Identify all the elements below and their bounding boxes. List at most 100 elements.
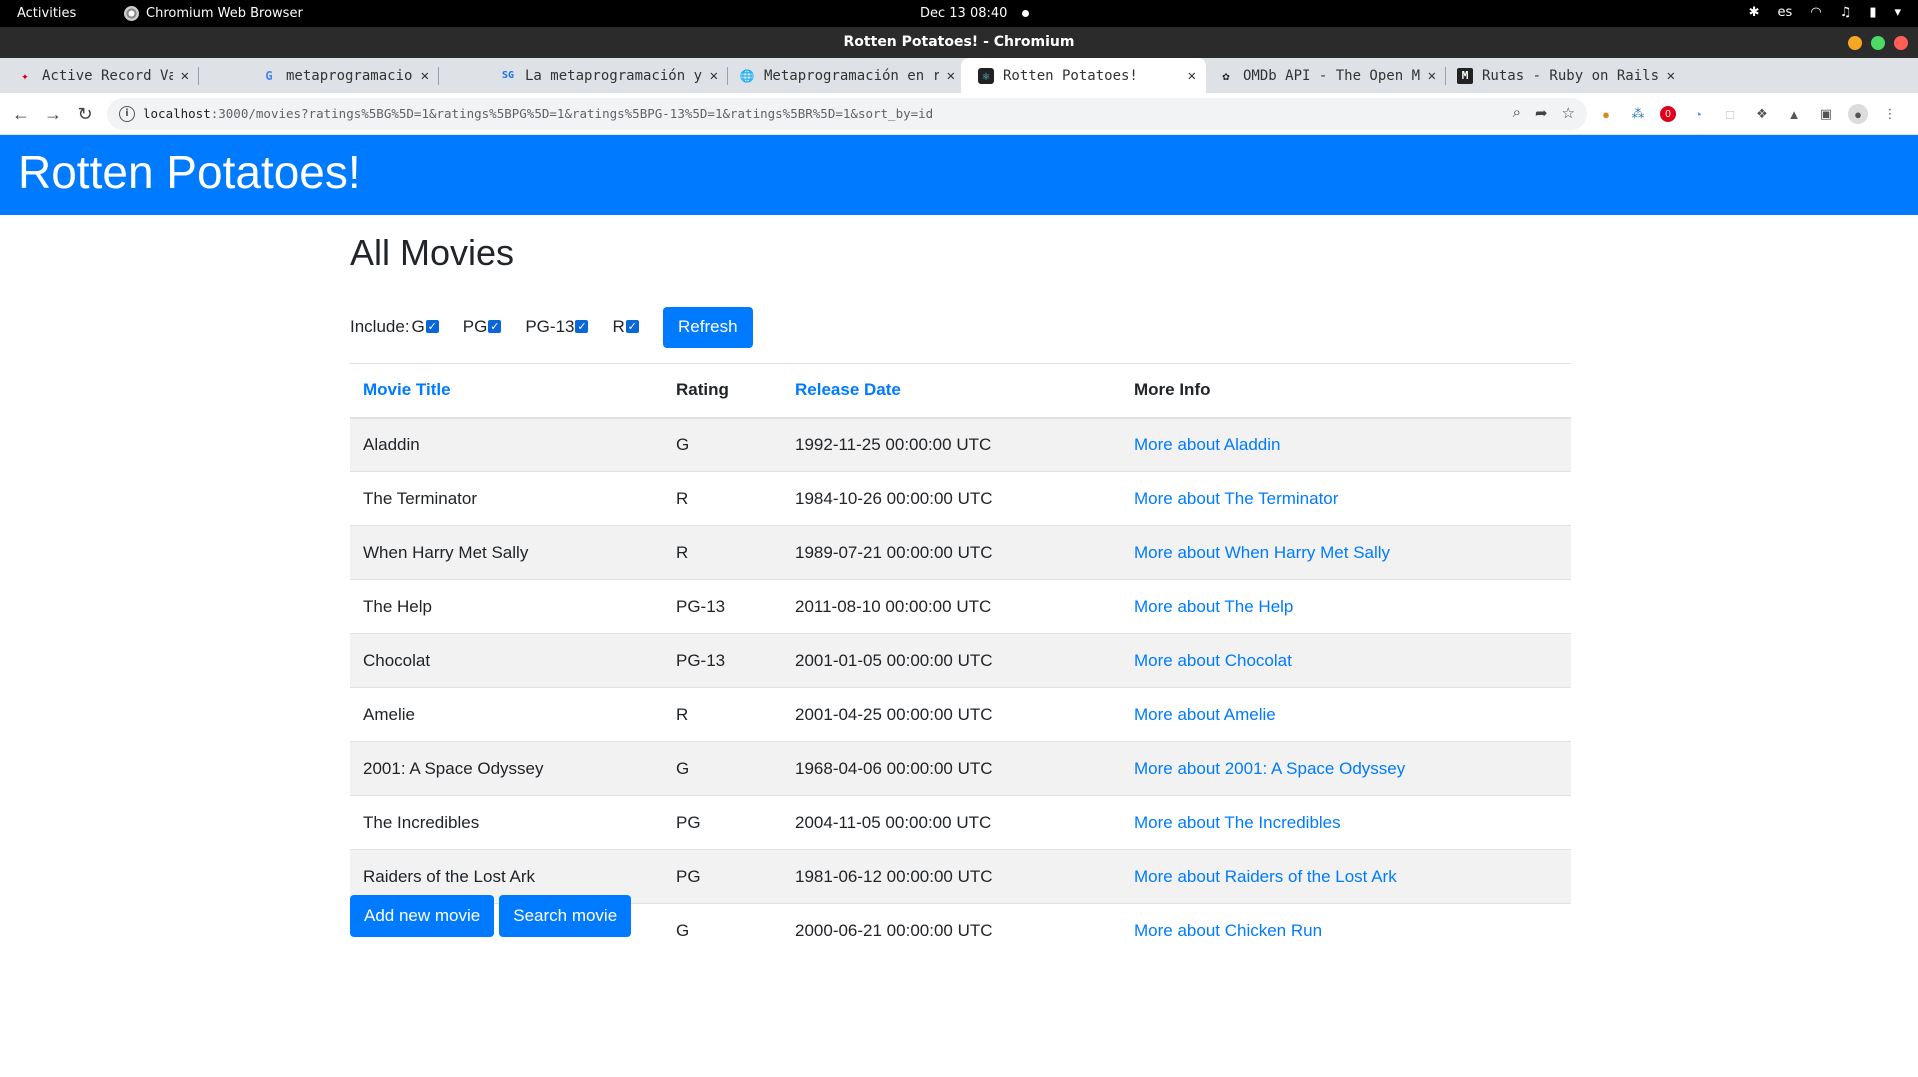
movie-release-date-cell: 2004-11-05 00:00:00 UTC	[782, 795, 1121, 850]
tab-metaprogramacion-en[interactable]: 🌐 Metaprogramación en r ✕	[722, 58, 965, 93]
rating-checkbox-r[interactable]: ✓	[625, 319, 639, 333]
tab-title: Metaprogramación en r	[764, 67, 939, 84]
react-devtools-icon[interactable]: ◔	[1688, 104, 1708, 124]
close-tab-icon[interactable]: ✕	[947, 68, 955, 84]
table-row: Amelie R 2001-04-25 00:00:00 UTC More about…	[350, 687, 1571, 742]
tab-title: Active Record Validat	[42, 67, 173, 84]
activities-button[interactable]: Activities	[17, 6, 76, 21]
menu-kebab-icon[interactable]: ⋮	[1880, 104, 1900, 124]
sort-by-title-link[interactable]: Movie Title	[350, 363, 663, 419]
more-info-cell: More about Raiders of the Lost Ark	[1121, 849, 1571, 904]
web-page: Rotten Potatoes! All Movies Include: G ✓…	[0, 135, 1918, 1077]
movie-release-date-cell: 2011-08-10 00:00:00 UTC	[782, 579, 1121, 634]
cookie-icon[interactable]: ●	[1596, 104, 1616, 124]
tab-omdb-api[interactable]: ✿ OMDb API - The Open M ✕	[1201, 58, 1446, 93]
blank-extension-icon[interactable]: □	[1720, 104, 1740, 124]
rating-checkbox-pg13[interactable]: ✓	[575, 319, 589, 333]
labs-icon[interactable]: ▲	[1784, 104, 1804, 124]
share-icon[interactable]: ➦	[1535, 104, 1548, 122]
side-panel-icon[interactable]: ▣	[1816, 104, 1836, 124]
movie-release-date-cell: 1989-07-21 00:00:00 UTC	[782, 525, 1121, 580]
react-icon: ⚛	[978, 67, 994, 84]
movie-title-cell: Amelie	[350, 687, 663, 742]
tab-title: Rutas - Ruby on Rails	[1482, 67, 1659, 84]
system-tray[interactable]: ✱ es ◠ ♫ ▮ ▾	[1749, 5, 1901, 20]
sort-by-release-date-link[interactable]: Release Date	[782, 363, 1121, 419]
refresh-button[interactable]: Refresh	[662, 306, 753, 348]
wifi-icon: ◠	[1810, 5, 1822, 20]
more-info-link[interactable]: More about When Harry Met Sally	[1134, 543, 1390, 562]
more-info-link[interactable]: More about Aladdin	[1134, 435, 1281, 454]
more-info-link[interactable]: More about The Terminator	[1134, 489, 1338, 508]
maximize-button[interactable]	[1871, 36, 1885, 50]
rating-checkbox-g[interactable]: ✓	[425, 319, 439, 333]
extensions-area: ● ⁂ 0 ◔ □ ❖ ▲ ▣ ● ⋮	[1596, 104, 1900, 124]
close-tab-icon[interactable]: ✕	[181, 68, 189, 84]
close-tab-icon[interactable]: ✕	[1667, 68, 1675, 84]
table-row: The Help PG-13 2011-08-10 00:00:00 UTC More…	[350, 579, 1571, 634]
tab-rutas-rails[interactable]: M Rutas - Ruby on Rails ✕	[1440, 58, 1685, 93]
tab-rotten-potatoes[interactable]: ⚛ Rotten Potatoes! ✕	[961, 58, 1206, 93]
tab-title: La metaprogramación y	[525, 67, 702, 84]
app-menu[interactable]: Chromium Web Browser	[124, 6, 303, 21]
movie-rating-cell: R	[663, 687, 782, 742]
address-bar[interactable]: i localhost:3000/movies?ratings%5BG%5D=1…	[107, 98, 1587, 130]
adblock-icon[interactable]: 0	[1660, 106, 1676, 122]
movie-release-date-cell: 1968-04-06 00:00:00 UTC	[782, 741, 1121, 796]
reload-button[interactable]: ↻	[72, 101, 98, 127]
forward-button[interactable]: →	[40, 101, 66, 127]
m-icon: M	[1457, 67, 1473, 84]
window-title: Rotten Potatoes! - Chromium	[843, 34, 1075, 50]
rating-column-header: Rating	[663, 363, 782, 419]
close-tab-icon[interactable]: ✕	[710, 68, 718, 84]
zoom-icon[interactable]: ⌕	[1513, 104, 1521, 122]
sg-icon: SG	[501, 70, 515, 81]
more-info-link[interactable]: More about Amelie	[1134, 705, 1276, 724]
close-window-button[interactable]	[1894, 36, 1908, 50]
extension-icon[interactable]: ⁂	[1628, 104, 1648, 124]
app-menu-label: Chromium Web Browser	[146, 6, 303, 21]
bookmark-star-icon[interactable]: ☆	[1562, 104, 1575, 122]
movie-rating-cell: R	[663, 525, 782, 580]
more-info-cell: More about 2001: A Space Odyssey	[1121, 741, 1571, 796]
table-row: The Incredibles PG 2004-11-05 00:00:00 UTC…	[350, 795, 1571, 850]
rating-label-pg: PG	[462, 317, 488, 336]
tab-title: Rotten Potatoes!	[1003, 67, 1138, 84]
close-tab-icon[interactable]: ✕	[1188, 68, 1196, 84]
site-banner: Rotten Potatoes!	[0, 135, 1918, 215]
ratings-filter-form: Include: G ✓ PG ✓ PG-13 ✓ R ✓ Refresh	[350, 306, 753, 348]
back-button[interactable]: ←	[8, 101, 34, 127]
site-info-icon[interactable]: i	[119, 106, 135, 122]
movie-rating-cell: G	[663, 417, 782, 472]
minimize-button[interactable]	[1848, 36, 1862, 50]
clock[interactable]: Dec 13 08:40	[920, 6, 1007, 21]
more-info-link[interactable]: More about Raiders of the Lost Ark	[1134, 867, 1397, 886]
window-title-bar: Rotten Potatoes! - Chromium	[0, 27, 1918, 58]
notification-dot	[1022, 10, 1029, 17]
url-host: localhost	[143, 106, 211, 121]
search-movie-button[interactable]: Search movie	[499, 895, 632, 937]
movie-rating-cell: PG	[663, 795, 782, 850]
power-icon: ▾	[1894, 5, 1901, 20]
movie-release-date-cell: 2000-06-21 00:00:00 UTC	[782, 903, 1121, 958]
language-indicator[interactable]: es	[1778, 5, 1793, 20]
tab-la-metaprogramacion[interactable]: SG La metaprogramación y ✕	[483, 58, 728, 93]
close-tab-icon[interactable]: ✕	[1428, 68, 1436, 84]
tab-active-record[interactable]: ✦ Active Record Validat ✕	[0, 58, 199, 93]
more-info-link[interactable]: More about Chicken Run	[1134, 921, 1322, 940]
profile-icon[interactable]: ●	[1848, 104, 1868, 124]
tab-metaprogramacion-eval[interactable]: G metaprogramacion eval ✕	[244, 58, 439, 93]
url-path: :3000/movies?ratings%5BG%5D=1&ratings%5B…	[210, 106, 934, 121]
more-info-link[interactable]: More about 2001: A Space Odyssey	[1134, 759, 1405, 778]
rating-checkbox-pg[interactable]: ✓	[488, 319, 502, 333]
more-info-link[interactable]: More about The Help	[1134, 597, 1293, 616]
more-info-link[interactable]: More about Chocolat	[1134, 651, 1292, 670]
add-new-movie-button[interactable]: Add new movie	[350, 895, 495, 937]
close-tab-icon[interactable]: ✕	[421, 68, 429, 84]
more-info-link[interactable]: More about The Incredibles	[1134, 813, 1341, 832]
url-text[interactable]: localhost:3000/movies?ratings%5BG%5D=1&r…	[143, 106, 933, 121]
table-header-row: Movie Title Rating Release Date More Inf…	[350, 363, 1571, 419]
site-brand[interactable]: Rotten Potatoes!	[18, 145, 361, 199]
puzzle-icon[interactable]: ❖	[1752, 104, 1772, 124]
more-info-cell: More about Amelie	[1121, 687, 1571, 742]
